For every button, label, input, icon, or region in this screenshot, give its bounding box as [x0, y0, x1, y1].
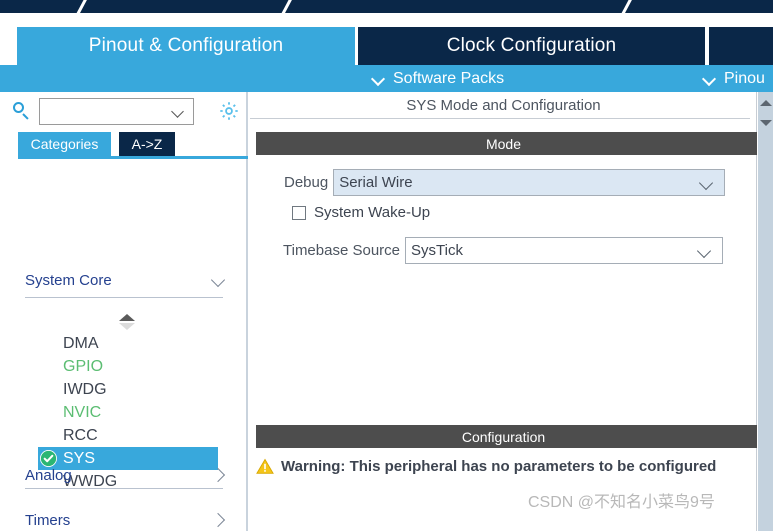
peripheral-item-dma-label: DMA — [63, 334, 99, 352]
warning-triangle-icon — [256, 458, 274, 475]
vertical-scrollbar[interactable] — [757, 92, 773, 531]
sidebar-group-divider — [25, 297, 223, 298]
pinout-menu[interactable]: Pinou — [703, 65, 765, 92]
timebase-select[interactable]: SysTick — [405, 237, 723, 264]
section-header-mode: Mode — [256, 132, 751, 155]
sidebar: Categories A->Z System Core DMA GPIO IWD… — [0, 92, 248, 531]
tab-a-to-z-label: A->Z — [131, 136, 163, 152]
ribbon-gap — [0, 13, 773, 27]
scroll-up-down-icon[interactable] — [119, 314, 135, 332]
tab-categories[interactable]: Categories — [18, 132, 111, 156]
search-combobox[interactable] — [39, 98, 194, 125]
timebase-select-value: SysTick — [411, 242, 463, 259]
main-tabbar: Pinout & Configuration Clock Configurati… — [17, 27, 773, 65]
field-debug: Debug Serial Wire — [284, 169, 726, 196]
tab-pinout-configuration[interactable]: Pinout & Configuration — [17, 27, 355, 65]
debug-select-value: Serial Wire — [339, 174, 413, 191]
sidebar-group-timers[interactable]: Timers — [25, 507, 225, 531]
debug-select[interactable]: Serial Wire — [333, 169, 726, 196]
pinout-menu-label: Pinou — [724, 69, 765, 87]
sidebar-group-system-core-label: System Core — [25, 271, 112, 289]
system-wakeup-label: System Wake-Up — [314, 204, 431, 221]
tab-categories-label: Categories — [30, 136, 99, 152]
tab-pinout-configuration-label: Pinout & Configuration — [88, 35, 284, 56]
sidebar-group-system-core[interactable]: System Core — [25, 267, 225, 293]
field-timebase-label: Timebase Source — [283, 242, 400, 259]
software-packs-label: Software Packs — [393, 69, 505, 87]
section-header-configuration: Configuration — [256, 425, 751, 448]
peripheral-item-gpio[interactable]: GPIO — [0, 355, 248, 378]
field-timebase-source: Timebase Source SysTick — [283, 237, 723, 264]
chevron-down-icon — [703, 72, 716, 85]
tab-third-partial[interactable] — [709, 27, 773, 65]
chevron-down-icon — [699, 246, 712, 259]
sidebar-group-analog[interactable]: Analog — [25, 462, 225, 488]
peripheral-item-iwdg-label: IWDG — [63, 380, 107, 398]
peripheral-item-nvic-label: NVIC — [63, 403, 102, 421]
peripheral-item-iwdg[interactable]: IWDG — [0, 378, 248, 401]
scroll-down-arrow-icon[interactable] — [760, 120, 772, 126]
chevron-down-icon[interactable] — [173, 107, 185, 119]
sidebar-group-analog-label: Analog — [25, 466, 72, 484]
ribbon-separator-icon — [620, 0, 633, 13]
chevron-down-icon — [701, 178, 714, 191]
cubemx-window: Pinout & Configuration Clock Configurati… — [0, 0, 773, 531]
peripheral-item-rcc-label: RCC — [63, 426, 98, 444]
system-wakeup-checkbox[interactable] — [292, 205, 306, 220]
sidebar-group-timers-label: Timers — [25, 511, 71, 529]
sidebar-search-row — [0, 96, 248, 130]
search-icon — [13, 102, 32, 121]
tab-clock-configuration-label: Clock Configuration — [446, 35, 617, 56]
tab-clock-configuration[interactable]: Clock Configuration — [356, 27, 707, 65]
section-header-configuration-right-edge — [750, 425, 757, 448]
chevron-right-icon — [211, 467, 225, 483]
page-title-text: SYS Mode and Configuration — [406, 96, 601, 114]
sidebar-group-divider — [25, 488, 223, 489]
section-header-configuration-label: Configuration — [461, 428, 546, 445]
ribbon-separator-icon — [75, 0, 88, 13]
subbar-left-pad — [0, 65, 17, 92]
warning-message-text: Warning: This peripheral has no paramete… — [281, 458, 717, 475]
field-debug-label: Debug — [284, 174, 329, 191]
scroll-up-arrow-icon[interactable] — [760, 100, 772, 106]
peripheral-item-gpio-label: GPIO — [63, 357, 104, 375]
ribbon-separator-icon — [280, 0, 293, 13]
chevron-down-icon — [211, 273, 225, 287]
field-system-wakeup[interactable]: System Wake-Up — [292, 204, 430, 221]
chevron-right-icon — [211, 512, 225, 528]
sidebar-tabs-underline — [18, 156, 248, 159]
search-input[interactable] — [44, 102, 176, 119]
gear-icon[interactable] — [218, 100, 240, 122]
panel-right-edge — [750, 92, 757, 531]
peripheral-item-nvic[interactable]: NVIC — [0, 401, 248, 424]
section-header-mode-right-edge — [750, 132, 757, 155]
main-panel: SYS Mode and Configuration Mode Debug Se… — [250, 92, 757, 531]
software-packs-menu[interactable]: Software Packs — [372, 65, 504, 92]
peripheral-item-dma[interactable]: DMA — [0, 332, 248, 355]
peripheral-item-rcc[interactable]: RCC — [0, 424, 248, 447]
ribbon-strip — [0, 0, 773, 13]
tab-a-to-z[interactable]: A->Z — [119, 132, 175, 156]
warning-message: Warning: This peripheral has no paramete… — [256, 458, 716, 475]
section-header-mode-label: Mode — [485, 135, 522, 152]
subbar: Software Packs Pinou — [17, 65, 773, 92]
chevron-down-icon — [372, 72, 385, 85]
page-title: SYS Mode and Configuration — [250, 92, 757, 119]
watermark: CSDN @不知名小菜鸟9号 — [528, 494, 715, 511]
